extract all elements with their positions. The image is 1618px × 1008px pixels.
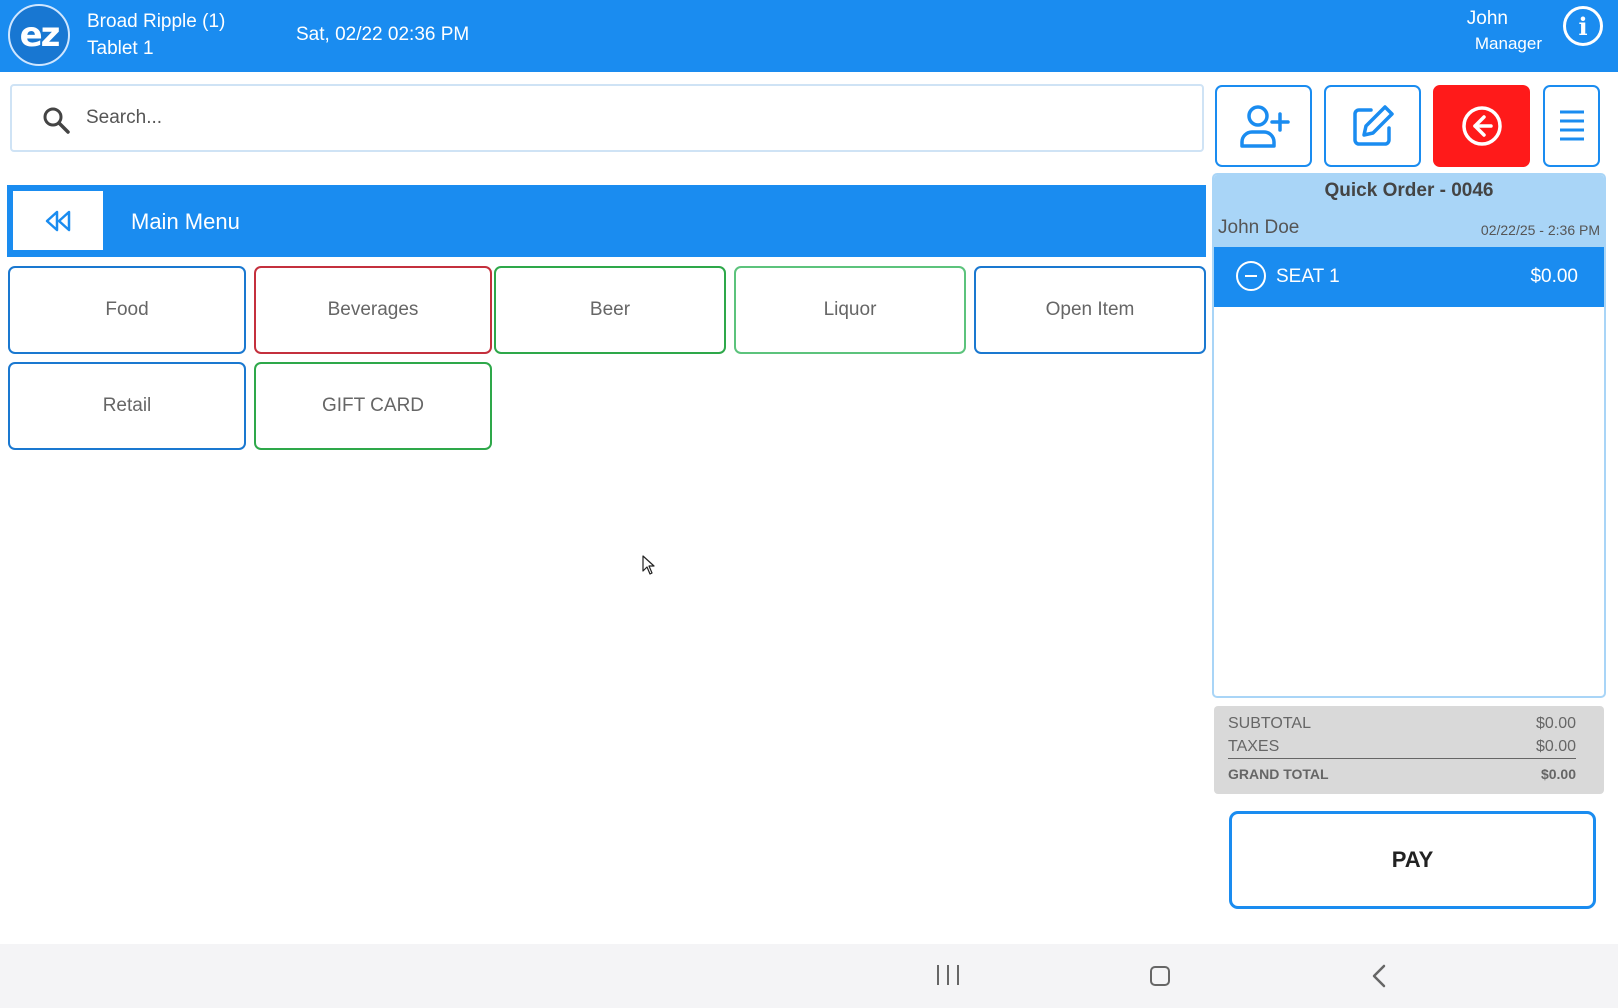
totals-divider [1228, 758, 1576, 759]
subtotal-value: $0.00 [1535, 715, 1576, 732]
grand-total-value: $0.00 [1540, 766, 1576, 782]
category-gift-card[interactable]: GIFT CARD [254, 362, 492, 450]
system-nav-bar [0, 944, 1618, 1008]
grand-total-row: GRAND TOTAL $0.00 [1228, 766, 1576, 782]
device-name: Tablet 1 [87, 38, 154, 59]
subtotal-label: SUBTOTAL [1228, 715, 1311, 732]
seat-label: SEAT 1 [1276, 266, 1340, 287]
subtotal-row: SUBTOTAL $0.00 [1228, 715, 1576, 733]
order-title: Quick Order - 0046 [1324, 180, 1494, 201]
category-liquor[interactable]: Liquor [734, 266, 966, 354]
edit-icon [1352, 105, 1394, 146]
user-name: John [1466, 8, 1508, 29]
order-customer[interactable]: John Doe [1218, 217, 1299, 239]
grand-total-label: GRAND TOTAL [1228, 766, 1329, 782]
category-food[interactable]: Food [8, 266, 246, 354]
search-bar [10, 84, 1204, 152]
mouse-cursor-icon [642, 555, 655, 575]
more-menu-button[interactable] [1543, 85, 1600, 167]
category-beer[interactable]: Beer [494, 266, 726, 354]
ez-logo: ez [8, 4, 70, 66]
top-header: ez Broad Ripple (1) Tablet 1 Sat, 02/22 … [0, 0, 1618, 72]
category-retail[interactable]: Retail [8, 362, 246, 450]
user-plus-icon [1239, 105, 1290, 148]
order-timestamp: 02/22/25 - 2:36 PM [1480, 222, 1600, 238]
taxes-row: TAXES $0.00 [1228, 738, 1576, 756]
double-chevron-left-icon [45, 210, 71, 231]
back-icon[interactable] [1368, 962, 1392, 990]
seat-amount: $0.00 [1530, 266, 1578, 287]
home-icon[interactable] [1150, 966, 1170, 986]
info-icon[interactable]: i [1563, 6, 1603, 46]
arrow-left-circle-icon [1461, 106, 1502, 146]
taxes-label: TAXES [1228, 738, 1280, 755]
category-open-item[interactable]: Open Item [974, 266, 1206, 354]
minus-circle-icon[interactable] [1236, 261, 1266, 291]
menu-title: Main Menu [131, 209, 240, 234]
user-role: Manager [1474, 34, 1542, 53]
search-input[interactable] [86, 98, 1186, 138]
seat-row[interactable]: SEAT 1 $0.00 [1214, 247, 1604, 307]
search-icon [43, 107, 70, 134]
order-header: Quick Order - 0046 John Doe 02/22/25 - 2… [1214, 175, 1604, 247]
pay-button[interactable]: PAY [1229, 811, 1596, 909]
recents-icon[interactable] [937, 965, 959, 985]
order-totals: SUBTOTAL $0.00 TAXES $0.00 GRAND TOTAL $… [1214, 706, 1604, 794]
hamburger-icon [1559, 110, 1584, 141]
menu-back-button[interactable] [13, 191, 103, 250]
add-customer-button[interactable] [1215, 85, 1312, 167]
edit-order-button[interactable] [1324, 85, 1421, 167]
category-beverages[interactable]: Beverages [254, 266, 492, 354]
current-datetime: Sat, 02/22 02:36 PM [296, 24, 470, 45]
order-panel: Quick Order - 0046 John Doe 02/22/25 - 2… [1212, 173, 1606, 698]
taxes-value: $0.00 [1535, 738, 1576, 755]
location-name: Broad Ripple (1) [87, 11, 226, 32]
menu-header: Main Menu [7, 185, 1206, 257]
exit-order-button[interactable] [1433, 85, 1530, 167]
